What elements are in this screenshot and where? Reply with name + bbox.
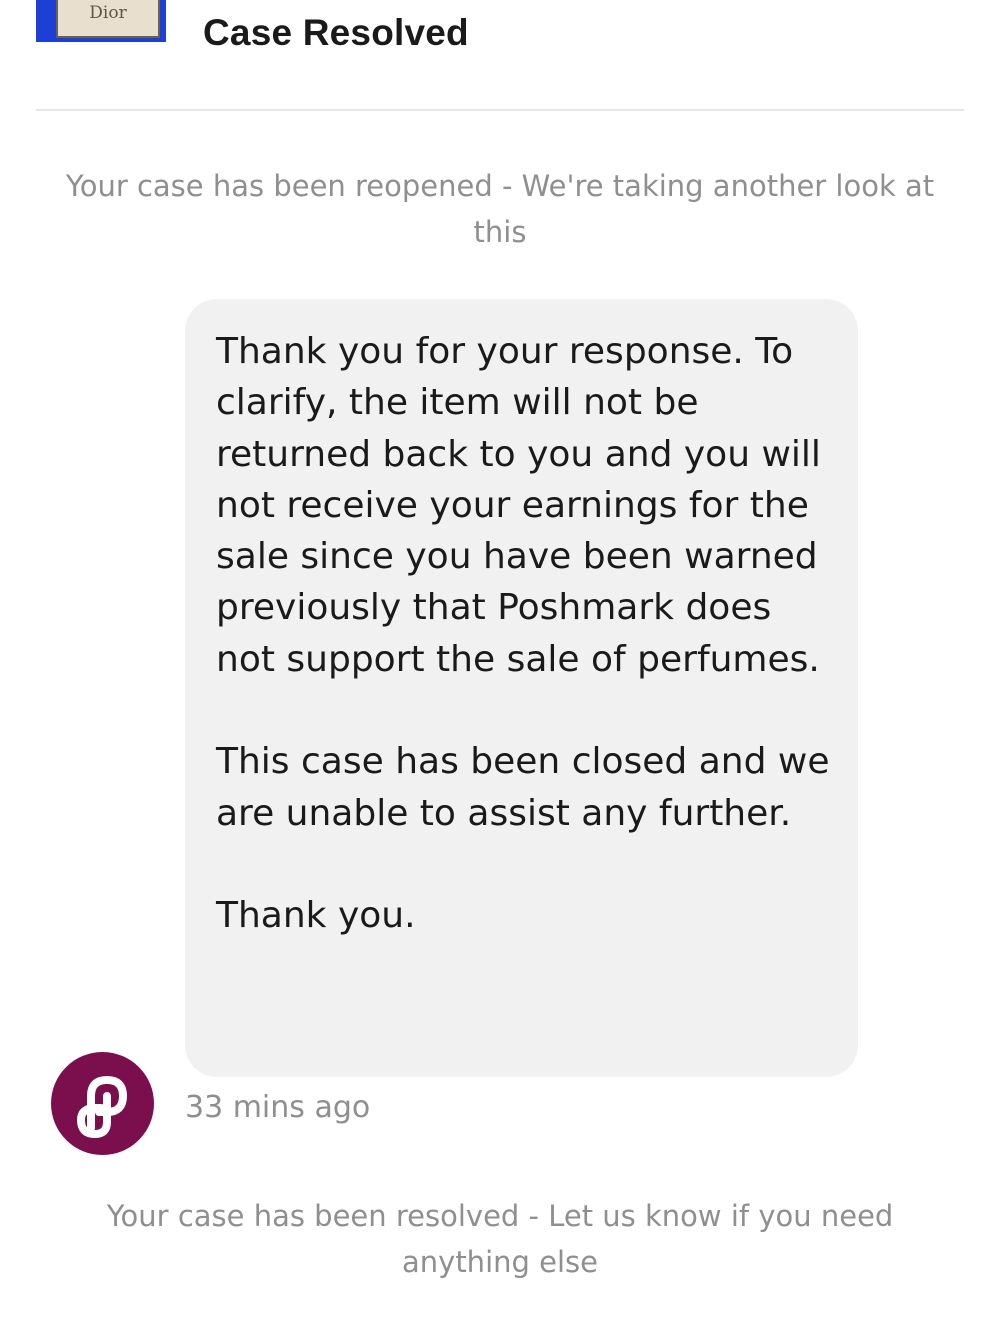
message-paragraph: Thank you. bbox=[216, 895, 416, 937]
message-paragraph: Thank you for your response. To clarify,… bbox=[216, 331, 821, 680]
listing-thumbnail[interactable]: Dior bbox=[36, 0, 166, 42]
thumbnail-brand-text: Dior bbox=[89, 3, 127, 23]
message-paragraph: This case has been closed and we are una… bbox=[216, 741, 830, 834]
header-divider bbox=[36, 109, 964, 111]
system-note-reopened: Your case has been reopened - We're taki… bbox=[65, 169, 935, 249]
system-note-resolved: Your case has been resolved - Let us kno… bbox=[106, 1199, 894, 1279]
poshmark-logo-icon bbox=[77, 1076, 127, 1138]
case-conversation-screen: Dior Case Resolved Your case has been re… bbox=[0, 0, 1000, 1333]
product-label-image: Dior bbox=[56, 0, 160, 38]
sender-avatar[interactable] bbox=[51, 1052, 154, 1155]
message-timestamp: 33 mins ago bbox=[185, 1090, 371, 1125]
message-bubble: Thank you for your response. To clarify,… bbox=[185, 299, 858, 1077]
page-title: Case Resolved bbox=[203, 12, 469, 53]
